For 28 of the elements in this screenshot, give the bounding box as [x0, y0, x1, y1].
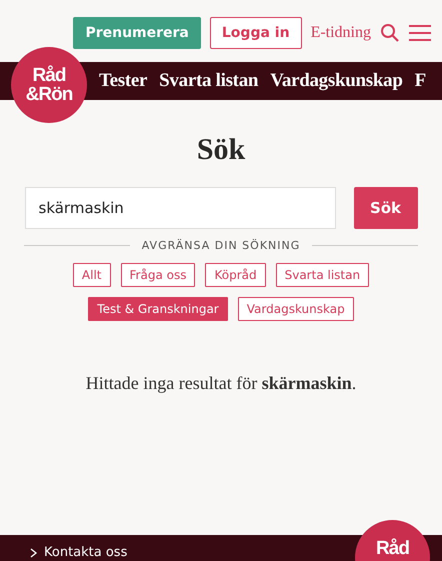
nav-link[interactable]: Svarta listan — [159, 70, 258, 92]
filter-chip[interactable]: Test & Granskningar — [88, 297, 228, 321]
search-icon[interactable] — [380, 23, 400, 43]
logo-text: Råd — [32, 66, 66, 85]
filter-chip[interactable]: Vardagskunskap — [238, 297, 354, 321]
filter-chip[interactable]: Allt — [72, 263, 111, 287]
login-button[interactable]: Logga in — [210, 17, 302, 49]
result-message: Hittade inga resultat för skärmaskin. — [86, 373, 356, 394]
nav-link[interactable]: Vardagskunskap — [270, 70, 403, 92]
filter-chip[interactable]: Svarta listan — [276, 263, 370, 287]
contact-text: Kontakta oss — [44, 545, 128, 560]
contact-link[interactable]: Kontakta oss — [0, 545, 128, 561]
search-button[interactable]: Sök — [354, 187, 418, 229]
logo[interactable]: Råd &Rön — [11, 47, 87, 123]
nav-link[interactable]: Tester — [99, 70, 148, 92]
filter-chip[interactable]: Fråga oss — [120, 263, 196, 287]
chevron-icon — [30, 548, 38, 558]
subscribe-button[interactable]: Prenumerera — [73, 17, 201, 49]
logo-text: &Rön — [26, 85, 72, 104]
filter-heading: AVGRÄNSA DIN SÖKNING — [142, 239, 300, 252]
filter-chip[interactable]: Köpråd — [205, 263, 266, 287]
e-paper-link[interactable]: E-tidning — [310, 24, 371, 42]
search-field[interactable]: skärmaskin — [24, 187, 336, 229]
logo-text: Råd — [376, 539, 409, 558]
page-title: Sök — [196, 132, 246, 168]
nav-link[interactable]: F — [414, 70, 426, 92]
menu-icon[interactable] — [409, 24, 431, 42]
footer-logo[interactable]: Råd — [355, 520, 430, 561]
